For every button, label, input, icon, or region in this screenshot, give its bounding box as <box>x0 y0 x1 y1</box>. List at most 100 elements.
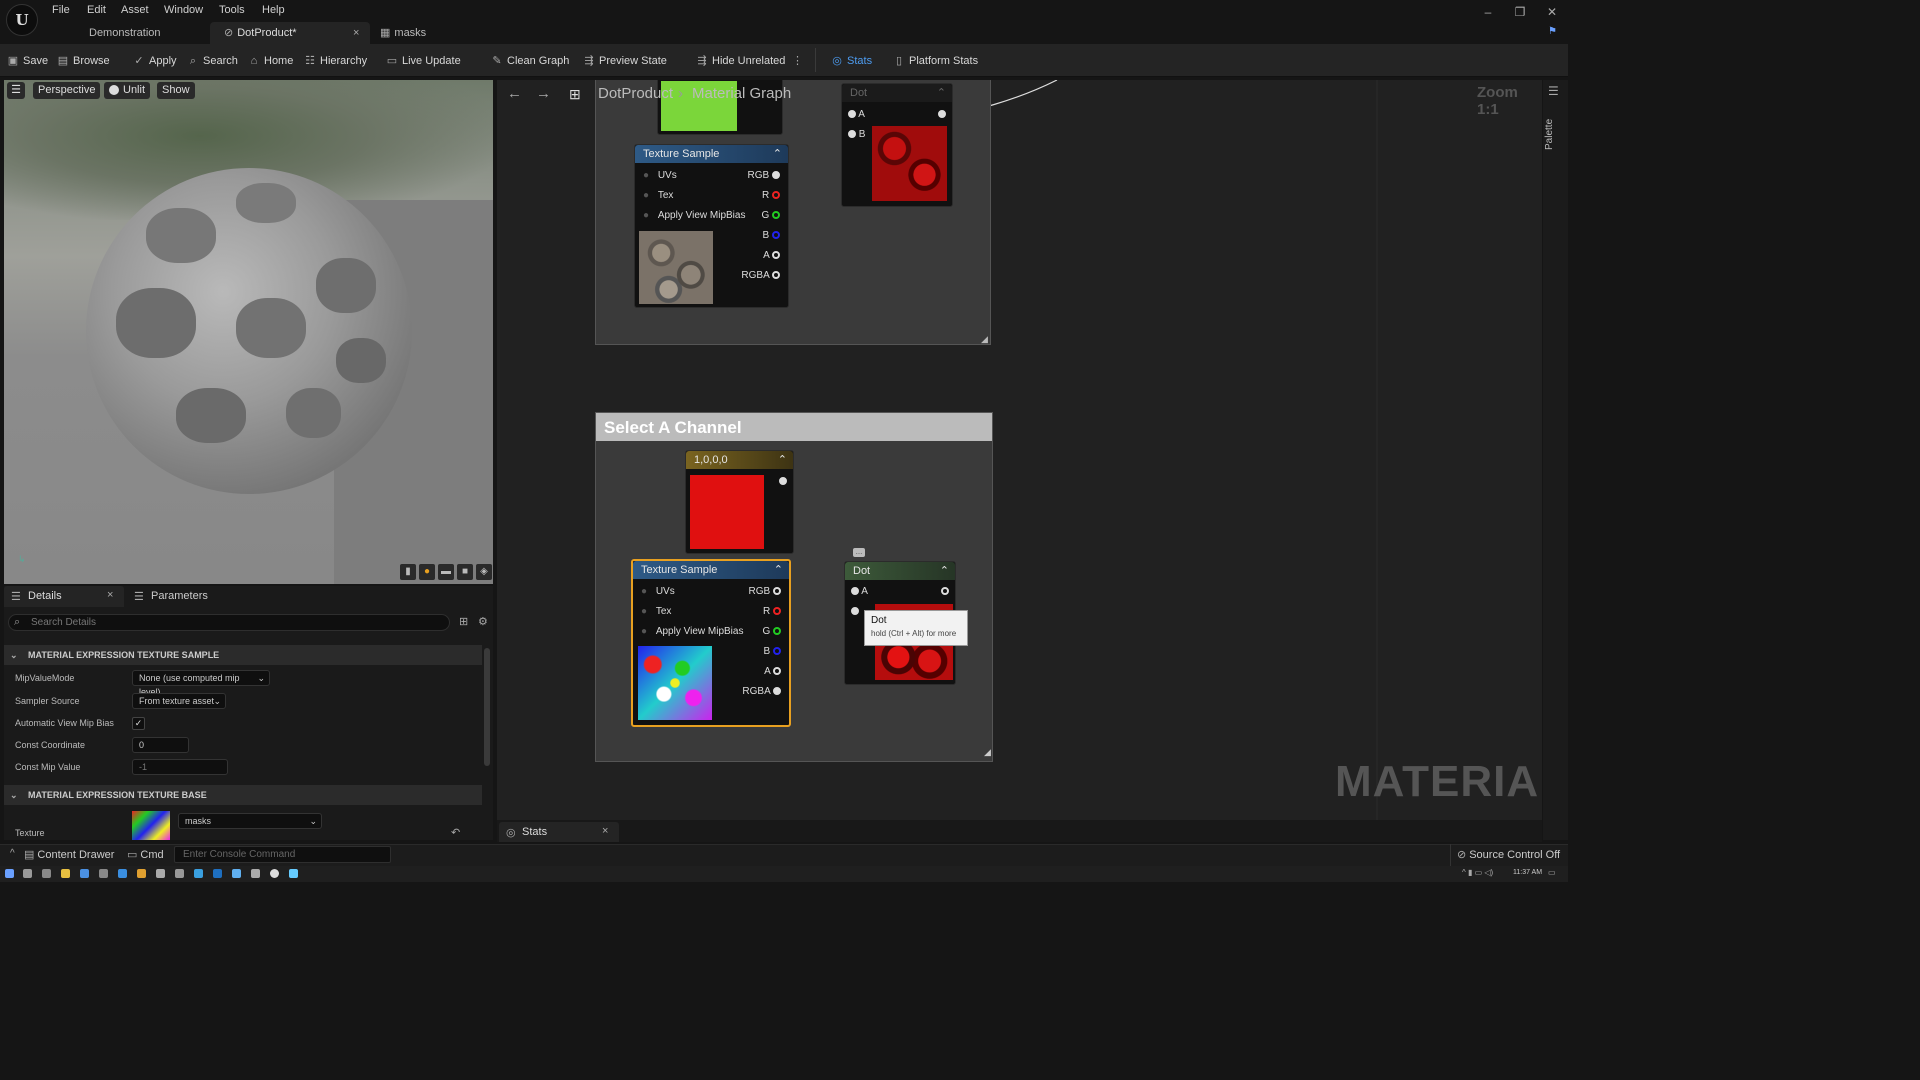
platform-stats-button[interactable]: ▯ Platform Stats <box>892 52 978 70</box>
unreal-logo-icon[interactable]: U <box>6 4 38 36</box>
menu-asset[interactable]: Asset <box>117 3 153 17</box>
cmd-button[interactable]: ▭ Cmd <box>127 848 164 861</box>
menu-file[interactable]: File <box>48 3 74 17</box>
b-input-pin[interactable] <box>851 605 859 619</box>
reset-arrow-icon[interactable]: ↶ <box>451 826 460 839</box>
back-arrow-icon[interactable]: ← <box>507 85 522 102</box>
close-details-icon[interactable]: × <box>107 589 113 601</box>
palette-tab[interactable]: Palette <box>1544 90 1555 150</box>
section-texture-sample[interactable]: ⌄ MATERIAL EXPRESSION TEXTURE SAMPLE <box>4 645 482 665</box>
preview-state-button[interactable]: ⇶ Preview State <box>582 52 666 70</box>
rgb-output-pin[interactable]: RGB <box>748 169 780 183</box>
search-button[interactable]: ⌕ Search <box>186 52 238 70</box>
viewport-menu-icon[interactable]: ☰ <box>7 82 25 99</box>
b-output-pin[interactable]: B <box>763 229 780 243</box>
tex-input-pin[interactable]: ● Tex <box>641 605 671 619</box>
details-scrollbar[interactable] <box>484 648 490 766</box>
cylinder-icon[interactable]: ▮ <box>400 564 416 580</box>
uvs-input-pin[interactable]: ● UVs <box>641 585 675 599</box>
dot-node-top[interactable]: Dot ⌃ A B <box>841 83 953 207</box>
app-icon[interactable] <box>80 869 89 878</box>
a-output-pin[interactable]: A <box>763 249 780 263</box>
texture-asset-dropdown[interactable]: masks ⌄ <box>178 813 322 829</box>
rgba-output-pin[interactable]: RGBA <box>741 269 780 283</box>
tab-dotproduct[interactable]: ⊘ DotProduct* × <box>210 22 370 44</box>
mip-mode-dropdown[interactable]: None (use computed mip level) ⌄ <box>132 670 270 697</box>
resize-handle-icon[interactable]: ◢ <box>981 334 988 345</box>
preview-viewport[interactable]: ↳ ▮ ● ▬ ■ ◈ <box>4 80 493 584</box>
r-output-pin[interactable]: R <box>762 189 780 203</box>
comment-title[interactable]: Select A Channel <box>596 413 992 441</box>
dot-output-pin[interactable] <box>941 585 949 599</box>
rgba-output-pin[interactable]: RGBA <box>742 685 781 699</box>
apply-button[interactable]: ✓ Apply <box>132 52 176 70</box>
live-update-button[interactable]: ▭ Live Update <box>385 52 461 70</box>
close-window-icon[interactable]: ✕ <box>1544 4 1560 20</box>
const-coordinate-field[interactable]: 0 <box>132 737 189 753</box>
menu-help[interactable]: Help <box>258 3 289 17</box>
notification-icon[interactable]: ⚑ <box>1548 26 1562 38</box>
content-drawer-button[interactable]: ▤ Content Drawer <box>24 848 114 861</box>
file-explorer-icon[interactable] <box>61 869 70 878</box>
source-control-button[interactable]: ⊘ Source Control Off <box>1457 848 1560 861</box>
app-icon[interactable] <box>289 869 298 878</box>
breadcrumb-root[interactable]: DotProduct <box>598 85 673 102</box>
b-output-pin[interactable]: B <box>764 645 781 659</box>
cube-icon[interactable]: ■ <box>457 564 473 580</box>
tex-input-pin[interactable]: ● Tex <box>643 189 673 203</box>
settings-gear-icon[interactable]: ⚙ <box>478 615 488 628</box>
close-stats-icon[interactable]: × <box>602 825 608 837</box>
notifications-icon[interactable]: ▭ <box>1548 868 1556 877</box>
dot-output-pin[interactable] <box>938 108 946 122</box>
menu-tools[interactable]: Tools <box>215 3 249 17</box>
menu-window[interactable]: Window <box>160 3 207 17</box>
browse-button[interactable]: ▤ Browse <box>56 52 110 70</box>
sampler-source-dropdown[interactable]: From texture asset ⌄ <box>132 693 226 709</box>
close-icon[interactable]: × <box>353 22 359 44</box>
sphere-icon[interactable]: ● <box>419 564 435 580</box>
more-options-icon[interactable]: ⋮ <box>792 52 803 70</box>
auto-mip-bias-checkbox[interactable]: ✓ <box>132 717 145 730</box>
console-input[interactable]: Enter Console Command <box>174 846 391 863</box>
mip-bias-input-pin[interactable]: ● Apply View MipBias <box>641 625 743 639</box>
start-icon[interactable] <box>5 869 14 878</box>
app-icon[interactable] <box>118 869 127 878</box>
a-input-pin[interactable]: A <box>848 108 865 122</box>
texture-sample-node-selected[interactable]: Texture Sample ⌃ ● UVs ● Tex ● Apply View… <box>631 559 791 727</box>
const-mip-value-field[interactable]: -1 <box>132 759 228 775</box>
constant-vector-node[interactable]: 1,0,0,0 ⌃ <box>685 450 794 554</box>
collapse-chevron-icon[interactable]: ⌃ <box>940 562 949 580</box>
tab-demonstration[interactable]: Demonstration <box>75 22 205 44</box>
minimize-icon[interactable]: – <box>1480 4 1496 20</box>
rgb-output-pin[interactable]: RGB <box>749 585 781 599</box>
comment-bubble-icon[interactable]: … <box>853 548 865 557</box>
app-icon[interactable] <box>194 869 203 878</box>
breadcrumb-leaf[interactable]: Material Graph <box>692 85 791 102</box>
hide-unrelated-button[interactable]: ⇶ Hide Unrelated <box>695 52 785 70</box>
browser-icon[interactable] <box>137 869 146 878</box>
app-icon[interactable] <box>232 869 241 878</box>
save-button[interactable]: ▣ Save <box>6 52 48 70</box>
g-output-pin[interactable]: G <box>762 625 781 639</box>
chevron-up-icon[interactable]: ^ <box>10 848 15 859</box>
texture-thumbnail[interactable] <box>132 811 170 840</box>
unlit-button[interactable]: Unlit <box>104 82 151 99</box>
g-output-pin[interactable]: G <box>761 209 780 223</box>
perspective-button[interactable]: Perspective <box>33 82 101 99</box>
mip-bias-input-pin[interactable]: ● Apply View MipBias <box>643 209 745 223</box>
home-button[interactable]: ⌂ Home <box>247 52 294 70</box>
app-icon[interactable] <box>156 869 165 878</box>
collapse-chevron-icon[interactable]: ⌃ <box>937 84 946 102</box>
section-texture-base[interactable]: ⌄ MATERIAL EXPRESSION TEXTURE BASE <box>4 785 482 805</box>
vscode-icon[interactable] <box>213 869 222 878</box>
show-button[interactable]: Show <box>157 82 195 99</box>
tab-parameters[interactable]: Parameters <box>151 590 208 602</box>
uvs-input-pin[interactable]: ● UVs <box>643 169 677 183</box>
collapse-chevron-icon[interactable]: ⌃ <box>774 561 783 579</box>
clean-graph-button[interactable]: ✎ Clean Graph <box>490 52 569 70</box>
texture-sample-node-top[interactable]: Texture Sample ⌃ ● UVs ● Tex ● Apply View… <box>634 144 789 308</box>
stats-tab[interactable] <box>499 822 619 842</box>
forward-arrow-icon[interactable]: → <box>536 85 551 102</box>
tab-details[interactable] <box>4 586 124 607</box>
restore-icon[interactable]: ❐ <box>1512 4 1528 20</box>
